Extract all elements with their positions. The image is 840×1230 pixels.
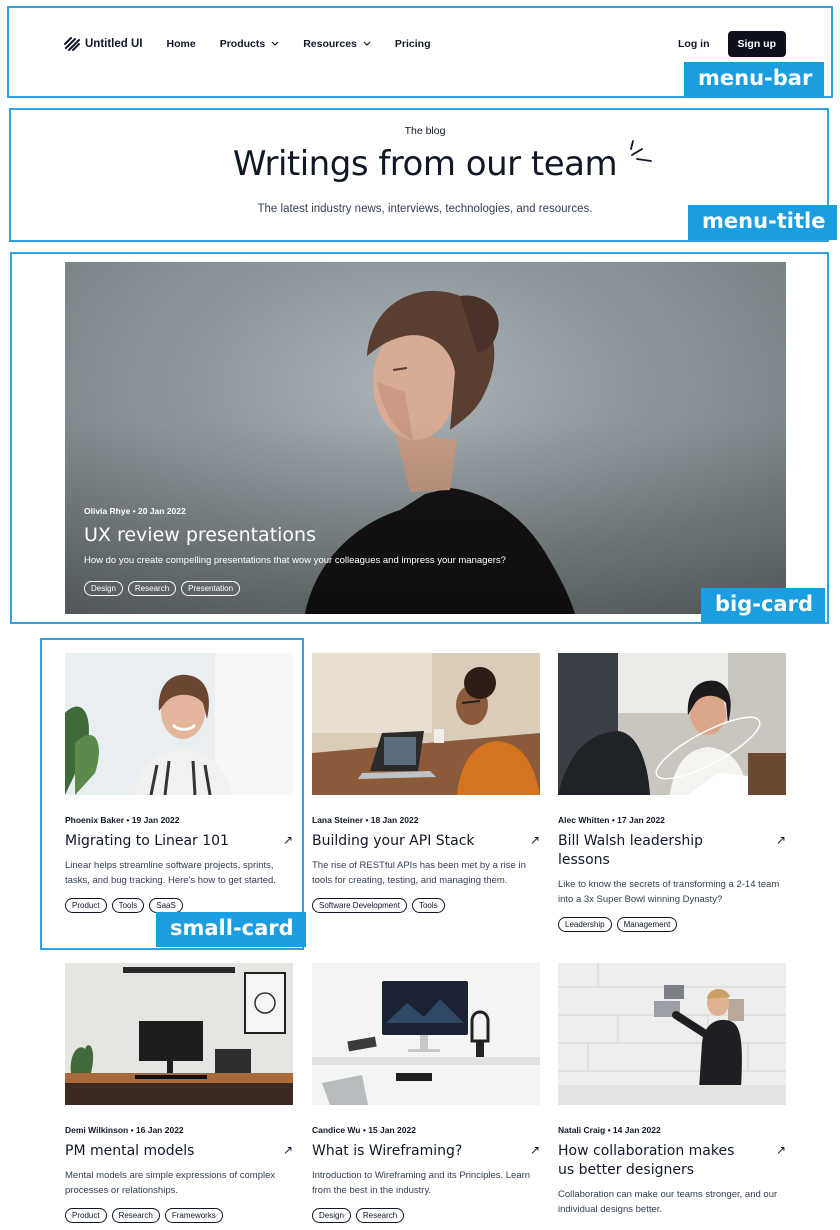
featured-post-card[interactable]: Olivia Rhye • 20 Jan 2022 UX review pres…: [65, 262, 786, 614]
post-meta: Phoenix Baker • 19 Jan 2022: [65, 815, 180, 825]
post-meta: Alec Whitten • 17 Jan 2022: [558, 815, 665, 825]
post-thumbnail: [312, 653, 540, 795]
nav-pricing[interactable]: Pricing: [395, 38, 431, 50]
arrow-up-right-icon[interactable]: ↗: [776, 833, 786, 847]
login-link[interactable]: Log in: [678, 38, 710, 50]
page-title: Writings from our team: [232, 144, 618, 184]
tag-research[interactable]: Research: [355, 1208, 405, 1223]
post-description: The rise of RESTful APIs has been met by…: [312, 860, 526, 886]
post-card[interactable]: Demi Wilkinson • 16 Jan 2022 PM mental m…: [65, 963, 293, 1223]
post-description: Collaboration can make our teams stronge…: [558, 1189, 778, 1215]
tag-presentation[interactable]: Presentation: [181, 581, 241, 596]
post-photo: [558, 963, 786, 1105]
post-title[interactable]: Building your API Stack: [312, 832, 475, 851]
chevron-down-icon: [271, 41, 279, 46]
post-meta: Natali Craig • 14 Jan 2022: [558, 1125, 661, 1135]
post-tags: Product Tools SaaS: [65, 898, 293, 913]
arrow-up-right-icon[interactable]: ↗: [530, 1143, 540, 1157]
tag-product[interactable]: Product: [65, 1208, 107, 1223]
post-title[interactable]: How collaboration makes us better design…: [558, 1142, 753, 1180]
post-thumbnail: [65, 653, 293, 795]
post-thumbnail: [558, 963, 786, 1105]
featured-meta: Olivia Rhye • 20 Jan 2022: [84, 506, 186, 516]
tag-tools[interactable]: Tools: [111, 898, 145, 913]
post-card[interactable]: Lana Steiner • 18 Jan 2022 Building your…: [312, 653, 540, 913]
nav-resources-label: Resources: [303, 38, 357, 50]
nav-pricing-label: Pricing: [394, 38, 431, 50]
featured-title[interactable]: UX review presentations: [84, 524, 316, 546]
featured-tags: Design Research Presentation: [84, 581, 241, 596]
top-navigation: Untitled UI Home Products Resources Pric…: [64, 30, 786, 58]
tag-management[interactable]: Management: [616, 917, 678, 932]
post-description: Introduction to Wireframing and its Prin…: [312, 1170, 531, 1196]
post-photo: [312, 963, 540, 1105]
post-title[interactable]: PM mental models: [65, 1142, 194, 1161]
post-meta: Lana Steiner • 18 Jan 2022: [312, 815, 419, 825]
tag-design[interactable]: Design: [312, 1208, 351, 1223]
signup-button[interactable]: Sign up: [727, 31, 786, 57]
tag-product[interactable]: Product: [65, 898, 107, 913]
logo[interactable]: Untitled UI: [64, 37, 143, 51]
post-photo: [558, 653, 786, 795]
post-card[interactable]: Natali Craig • 14 Jan 2022 How collabora…: [558, 963, 786, 1217]
sparkle-doodle-icon: [630, 140, 652, 162]
post-photo: [312, 653, 540, 795]
logo-icon: [64, 37, 80, 51]
post-tags: Design Research: [312, 1208, 540, 1223]
arrow-up-right-icon[interactable]: ↗: [283, 1143, 293, 1157]
arrow-up-right-icon[interactable]: ↗: [530, 833, 540, 847]
post-title[interactable]: Migrating to Linear 101: [65, 832, 229, 851]
post-card[interactable]: Phoenix Baker • 19 Jan 2022 Migrating to…: [65, 653, 293, 913]
post-tags: Leadership Management: [558, 917, 786, 932]
post-description: Like to know the secrets of transforming…: [558, 879, 780, 905]
nav-resources[interactable]: Resources: [303, 38, 371, 50]
arrow-up-right-icon[interactable]: ↗: [776, 1143, 786, 1157]
tag-frameworks[interactable]: Frameworks: [164, 1208, 223, 1223]
tag-research[interactable]: Research: [111, 1208, 160, 1223]
post-photo: [65, 963, 293, 1105]
post-meta: Candice Wu • 15 Jan 2022: [312, 1125, 416, 1135]
small-card-label: small-card: [156, 912, 306, 948]
tag-leadership[interactable]: Leadership: [558, 917, 612, 932]
post-title[interactable]: What is Wireframing?: [312, 1142, 462, 1161]
post-thumbnail: [558, 653, 786, 795]
tag-tools[interactable]: Tools: [411, 898, 445, 913]
post-tags: Software Development Tools: [312, 898, 540, 913]
post-card[interactable]: Candice Wu • 15 Jan 2022 What is Wirefra…: [312, 963, 540, 1223]
arrow-up-right-icon[interactable]: ↗: [283, 833, 293, 847]
logo-text: Untitled UI: [85, 38, 143, 50]
nav-products-label: Products: [219, 38, 266, 50]
post-thumbnail: [312, 963, 540, 1105]
tag-software-development[interactable]: Software Development: [312, 898, 407, 913]
featured-description: How do you create compelling presentatio…: [84, 555, 506, 566]
big-card-label: big-card: [701, 588, 825, 624]
post-card[interactable]: Alec Whitten • 17 Jan 2022 Bill Walsh le…: [558, 653, 786, 932]
post-tags: Product Research Frameworks: [65, 1208, 293, 1223]
tag-design[interactable]: Design: [84, 581, 123, 596]
post-meta: Demi Wilkinson • 16 Jan 2022: [65, 1125, 184, 1135]
post-thumbnail: [65, 963, 293, 1105]
nav-home[interactable]: Home: [167, 38, 196, 50]
blog-eyebrow: The blog: [404, 125, 446, 137]
menu-bar-label: menu-bar: [684, 62, 825, 98]
nav-products[interactable]: Products: [220, 38, 280, 50]
post-title[interactable]: Bill Walsh leadership lessons: [558, 832, 753, 870]
chevron-down-icon: [363, 41, 371, 46]
tag-research[interactable]: Research: [127, 581, 177, 596]
nav-home-label: Home: [166, 38, 196, 50]
menu-title-label: menu-title: [688, 205, 838, 241]
post-description: Mental models are simple expressions of …: [65, 1170, 276, 1196]
post-description: Linear helps streamline software project…: [65, 860, 276, 886]
post-photo: [65, 653, 293, 795]
tag-saas[interactable]: SaaS: [149, 898, 183, 913]
